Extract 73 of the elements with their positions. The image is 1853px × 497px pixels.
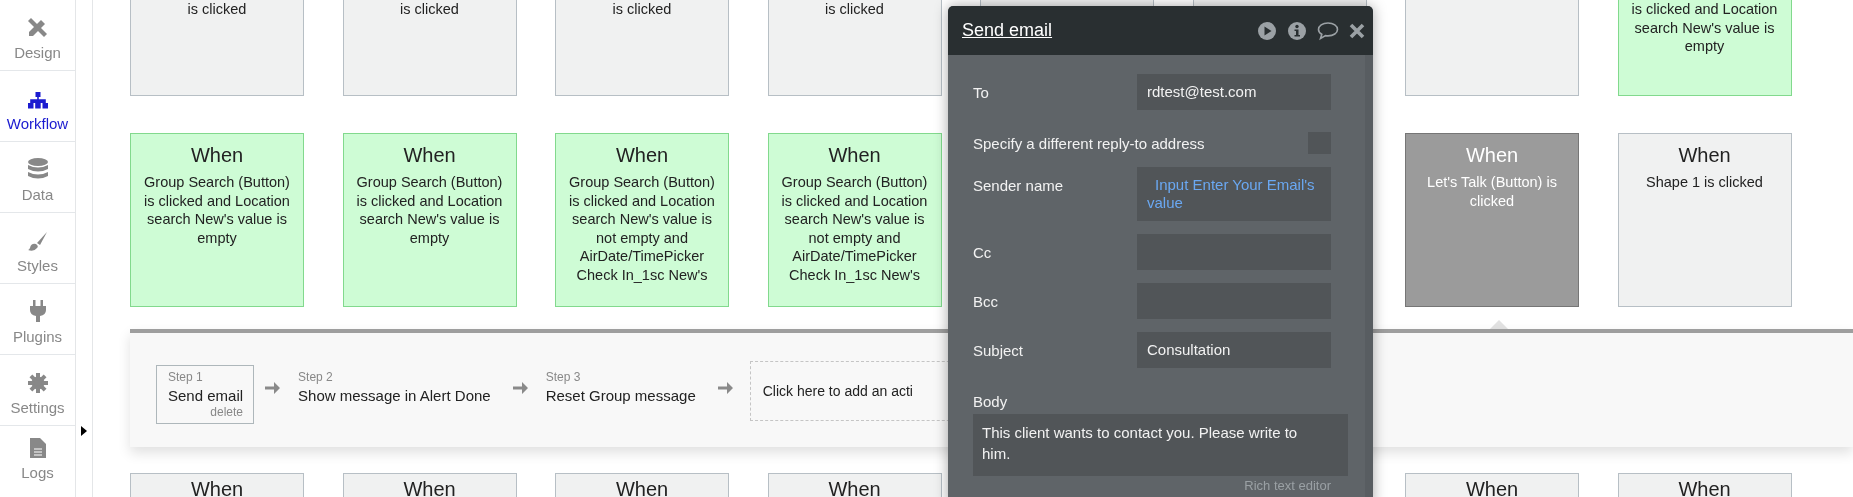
workflow-step[interactable]: Step 3 Reset Group message bbox=[544, 365, 707, 409]
workflow-event-card[interactable]: When bbox=[767, 473, 942, 497]
card-title: When bbox=[614, 478, 670, 497]
info-icon[interactable] bbox=[1287, 20, 1307, 41]
card-description: is clicked bbox=[399, 0, 460, 19]
field-label: Specify a different reply-to address bbox=[973, 134, 1206, 152]
sidebar-item[interactable]: Workflow bbox=[0, 71, 75, 142]
workflow-event-card[interactable]: When bbox=[342, 473, 517, 497]
body-text-area[interactable]: This client wants to contact you. Please write to him. bbox=[973, 414, 1348, 476]
sidebar-item[interactable]: Data bbox=[0, 142, 75, 213]
paintbrush-icon bbox=[27, 231, 48, 251]
card-title: When bbox=[189, 478, 245, 497]
workflow-event-card[interactable]: is clicked and Location search New's value is empty bbox=[1617, 0, 1792, 96]
workflow-event-card[interactable]: When bbox=[130, 473, 304, 497]
card-title: When bbox=[827, 478, 882, 497]
card-title: When bbox=[827, 144, 882, 167]
workflow-event-card[interactable]: When Group Search (Button) is clicked and Location search New's value is empty bbox=[342, 133, 517, 307]
dialog-title[interactable]: Send email bbox=[962, 20, 1257, 41]
card-description: is clicked and Location search New's value is empty bbox=[1630, 0, 1779, 56]
plug-icon bbox=[28, 300, 47, 322]
workflow-event-card[interactable]: When Shape 1 is clicked bbox=[1617, 133, 1792, 307]
card-title: When bbox=[189, 144, 245, 167]
field-label: Cc bbox=[973, 243, 993, 261]
workflow-event-card[interactable]: When bbox=[1405, 473, 1579, 497]
card-description: Group Search (Button) is clicked and Location search New's value is empty bbox=[143, 173, 291, 247]
speech-bubble-icon[interactable] bbox=[1317, 20, 1339, 41]
card-description: Shape 1 is clicked bbox=[1645, 173, 1764, 192]
field-label: Body bbox=[973, 392, 1009, 412]
sidebar-item[interactable]: Styles bbox=[0, 213, 75, 284]
card-description: is clicked bbox=[611, 0, 673, 19]
workflow-event-card[interactable]: When Group Search (Button) is clicked and Location search New's value is not empty and AirDate/TimePicker Check In_1sc New's bbox=[767, 133, 942, 307]
card-title: When bbox=[402, 478, 457, 497]
workflow-event-card[interactable]: is clicked bbox=[767, 0, 942, 96]
hierarchy-icon bbox=[27, 92, 48, 109]
input-field[interactable]: Consultation bbox=[1137, 332, 1331, 368]
card-title: When bbox=[402, 144, 457, 167]
card-description: Group Search (Button) is clicked and Location search New's value is empty bbox=[355, 173, 504, 247]
field-label: To bbox=[973, 83, 990, 101]
card-title: When bbox=[1464, 144, 1520, 167]
arrow-right-icon bbox=[717, 381, 733, 395]
card-description: is clicked bbox=[186, 0, 248, 19]
workflow-event-card[interactable]: When Group Search (Button) is clicked and Location search New's value is not empty and AirDate/TimePicker Check In_1sc New's bbox=[555, 133, 729, 307]
card-description: Group Search (Button) is clicked and Location search New's value is not empty and AirDate/TimePicker Check In_1sc New's bbox=[780, 173, 929, 284]
field-label: Sender name bbox=[973, 176, 1065, 194]
sidebar-item[interactable]: Logs bbox=[0, 426, 75, 490]
card-title: When bbox=[1677, 478, 1732, 497]
workflow-event-card[interactable]: is clicked bbox=[555, 0, 729, 96]
card-description: Group Search (Button) is clicked and Location search New's value is not empty and AirDate/TimePicker Check In_1sc New's bbox=[568, 173, 716, 284]
card-description: is clicked bbox=[824, 0, 885, 19]
gear-icon bbox=[27, 373, 48, 393]
card-description: Let's Talk (Button) is clicked bbox=[1426, 173, 1558, 210]
card-title: When bbox=[614, 144, 670, 167]
workflow-step[interactable]: Step 1 Send email delete bbox=[156, 365, 255, 424]
workflow-event-card[interactable]: is clicked bbox=[130, 0, 304, 96]
input-field[interactable]: rdtest@test.com bbox=[1137, 74, 1331, 110]
sidebar-item[interactable]: Plugins bbox=[0, 284, 75, 355]
workflow-step[interactable]: Step 2 Show message in Alert Done bbox=[297, 365, 502, 409]
sidebar-item[interactable]: Settings bbox=[0, 355, 75, 426]
workflow-event-card[interactable]: When bbox=[1617, 473, 1792, 497]
workflow-event-card[interactable]: When bbox=[555, 473, 729, 497]
play-icon[interactable] bbox=[1257, 20, 1277, 41]
sidebar-item[interactable]: Design bbox=[0, 0, 75, 71]
workflow-event-card[interactable]: When Group Search (Button) is clicked and Location search New's value is empty bbox=[130, 133, 304, 307]
expand-arrow-icon[interactable] bbox=[81, 426, 87, 436]
field-label: Subject bbox=[973, 341, 1025, 359]
field-label: Bcc bbox=[973, 292, 999, 310]
workflow-event-card[interactable]: is clicked bbox=[342, 0, 517, 96]
card-title: When bbox=[1464, 478, 1520, 497]
card-title: When bbox=[1677, 144, 1732, 167]
arrow-right-icon bbox=[265, 381, 281, 395]
close-icon[interactable] bbox=[1349, 22, 1365, 39]
arrow-right-icon bbox=[512, 381, 528, 395]
database-icon bbox=[27, 158, 48, 180]
